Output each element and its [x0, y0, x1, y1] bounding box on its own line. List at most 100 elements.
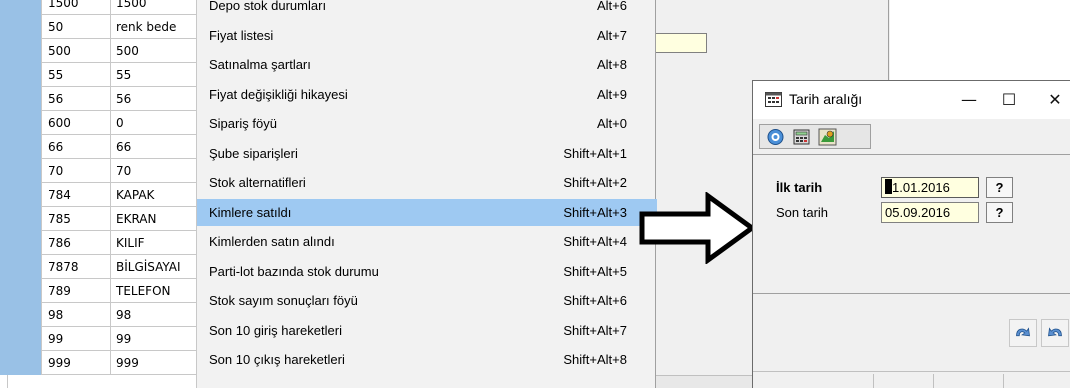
start-date-lookup-button[interactable]: ?	[986, 177, 1013, 198]
stock-name-cell[interactable]: 98	[112, 303, 200, 327]
row-selector[interactable]	[0, 135, 42, 159]
stock-name-cell[interactable]: 1500	[112, 0, 200, 15]
row-selector[interactable]	[0, 327, 42, 351]
stock-name-cell[interactable]: 70	[112, 159, 200, 183]
menu-item[interactable]: Fiyat listesi Alt+7	[197, 22, 657, 49]
table-row[interactable]: 999 999	[0, 351, 200, 375]
menu-item[interactable]: Kimlerden satın alındı Shift+Alt+4	[197, 228, 657, 255]
stock-code-cell[interactable]: 7878	[43, 255, 111, 279]
background-input-field[interactable]	[655, 33, 707, 53]
stock-name-cell[interactable]: EKRAN	[112, 207, 200, 231]
stock-code-cell[interactable]: 500	[43, 39, 111, 63]
minimize-button[interactable]: —	[949, 85, 989, 115]
row-selector[interactable]	[0, 183, 42, 207]
stock-code-cell[interactable]: 789	[43, 279, 111, 303]
table-row[interactable]: 56 56	[0, 87, 200, 111]
stock-name-cell[interactable]: KILIF	[112, 231, 200, 255]
menu-item[interactable]: Şube siparişleri Shift+Alt+1	[197, 140, 657, 167]
table-row[interactable]: 7878 BİLGİSAYAI	[0, 255, 200, 279]
end-date-input[interactable]: 05.09.2016	[881, 202, 979, 223]
stock-name-cell[interactable]: 99	[112, 327, 200, 351]
menu-item-shortcut: Shift+Alt+7	[563, 322, 627, 338]
row-selector[interactable]	[0, 87, 42, 111]
row-selector[interactable]	[0, 255, 42, 279]
menu-item[interactable]: Depo stok durumları Alt+6	[197, 0, 657, 19]
stock-name-cell[interactable]: 66	[112, 135, 200, 159]
table-row[interactable]: 66 66	[0, 135, 200, 159]
stock-code-cell[interactable]: 70	[43, 159, 111, 183]
stock-name-cell[interactable]: TELEFON	[112, 279, 200, 303]
row-selector[interactable]	[0, 351, 42, 375]
cancel-icon[interactable]	[1041, 319, 1069, 347]
stock-code-cell[interactable]: 66	[43, 135, 111, 159]
table-row[interactable]: 70 70	[0, 159, 200, 183]
start-date-value: 1.01.2016	[892, 180, 950, 195]
stock-code-cell[interactable]: 98	[43, 303, 111, 327]
row-selector[interactable]	[0, 111, 42, 135]
table-row[interactable]: 785 EKRAN	[0, 207, 200, 231]
menu-item[interactable]: Stok alternatifleri Shift+Alt+2	[197, 169, 657, 196]
menu-item[interactable]: Son 10 çıkış hareketleri Shift+Alt+8	[197, 346, 657, 373]
row-selector[interactable]	[0, 63, 42, 87]
row-selector[interactable]	[0, 0, 42, 15]
menu-item[interactable]: Parti-lot bazında stok durumu Shift+Alt+5	[197, 258, 657, 285]
menu-item-label: Depo stok durumları	[209, 0, 327, 13]
menu-item-shortcut: Alt+7	[597, 27, 627, 43]
row-selector[interactable]	[0, 159, 42, 183]
stock-code-cell[interactable]: 1500	[43, 0, 111, 15]
start-date-input[interactable]: 1.01.2016	[881, 177, 979, 198]
table-row[interactable]: 500 500	[0, 39, 200, 63]
table-row[interactable]: 55 55	[0, 63, 200, 87]
stock-code-cell[interactable]: 784	[43, 183, 111, 207]
menu-item-shortcut: Shift+Alt+2	[563, 175, 627, 190]
stock-code-cell[interactable]: 50	[43, 15, 111, 39]
stock-name-cell[interactable]: 55	[112, 63, 200, 87]
stock-name-cell[interactable]: 56	[112, 87, 200, 111]
stock-name-cell[interactable]: renk bede	[112, 15, 200, 39]
stock-code-cell[interactable]: 786	[43, 231, 111, 255]
menu-item-shortcut: Shift+Alt+6	[563, 293, 627, 308]
chart-icon[interactable]	[818, 128, 837, 146]
table-row[interactable]: 784 KAPAK	[0, 183, 200, 207]
table-row[interactable]: 50 renk bede	[0, 15, 200, 39]
table-row[interactable]: 786 KILIF	[0, 231, 200, 255]
menu-item[interactable]: Son 10 giriş hareketleri Shift+Alt+7	[197, 317, 657, 344]
calculator-icon[interactable]	[792, 128, 811, 146]
table-row[interactable]: 600 0	[0, 111, 200, 135]
row-selector[interactable]	[0, 15, 42, 39]
menu-item[interactable]: Sipariş föyü Alt+0	[197, 110, 657, 137]
dialog-status-strip	[753, 371, 1070, 388]
stock-name-cell[interactable]: BİLGİSAYAI	[112, 255, 200, 279]
end-date-lookup-button[interactable]: ?	[986, 202, 1013, 223]
table-row[interactable]: 99 99	[0, 327, 200, 351]
menu-item[interactable]: Fiyat değişikliği hikayesi Alt+9	[197, 81, 657, 108]
stock-code-cell[interactable]: 999	[43, 351, 111, 375]
stock-name-cell[interactable]: 999	[112, 351, 200, 375]
stock-code-cell[interactable]: 600	[43, 111, 111, 135]
stock-name-cell[interactable]: 0	[112, 111, 200, 135]
maximize-button[interactable]: ☐	[989, 85, 1029, 115]
row-selector[interactable]	[0, 39, 42, 63]
stock-grid: 1500 1500 50 renk bede 500 500 55 55 56 56 600 0 66 6…	[0, 0, 200, 388]
stock-code-cell[interactable]: 56	[43, 87, 111, 111]
row-selector[interactable]	[0, 303, 42, 327]
help-icon[interactable]	[766, 128, 785, 146]
confirm-icon[interactable]	[1009, 319, 1037, 347]
stock-name-cell[interactable]: 500	[112, 39, 200, 63]
table-row[interactable]: 789 TELEFON	[0, 279, 200, 303]
row-selector[interactable]	[0, 231, 42, 255]
menu-item[interactable]: Stok sayım sonuçları föyü Shift+Alt+6	[197, 287, 657, 314]
row-selector[interactable]	[0, 207, 42, 231]
table-row[interactable]: 1500 1500	[0, 0, 200, 15]
close-button[interactable]: ✕	[1035, 85, 1070, 115]
dialog-title: Tarih aralığı	[789, 91, 863, 107]
stock-code-cell[interactable]: 99	[43, 327, 111, 351]
menu-item[interactable]: Kimlere satıldı Shift+Alt+3	[197, 198, 657, 226]
stock-code-cell[interactable]: 785	[43, 207, 111, 231]
row-selector[interactable]	[0, 279, 42, 303]
stock-code-cell[interactable]: 55	[43, 63, 111, 87]
stock-name-cell[interactable]: KAPAK	[112, 183, 200, 207]
dialog-titlebar[interactable]: Tarih aralığı — ☐ ✕	[753, 81, 1070, 119]
menu-item[interactable]: Satınalma şartları Alt+8	[197, 51, 657, 78]
table-row[interactable]: 98 98	[0, 303, 200, 327]
